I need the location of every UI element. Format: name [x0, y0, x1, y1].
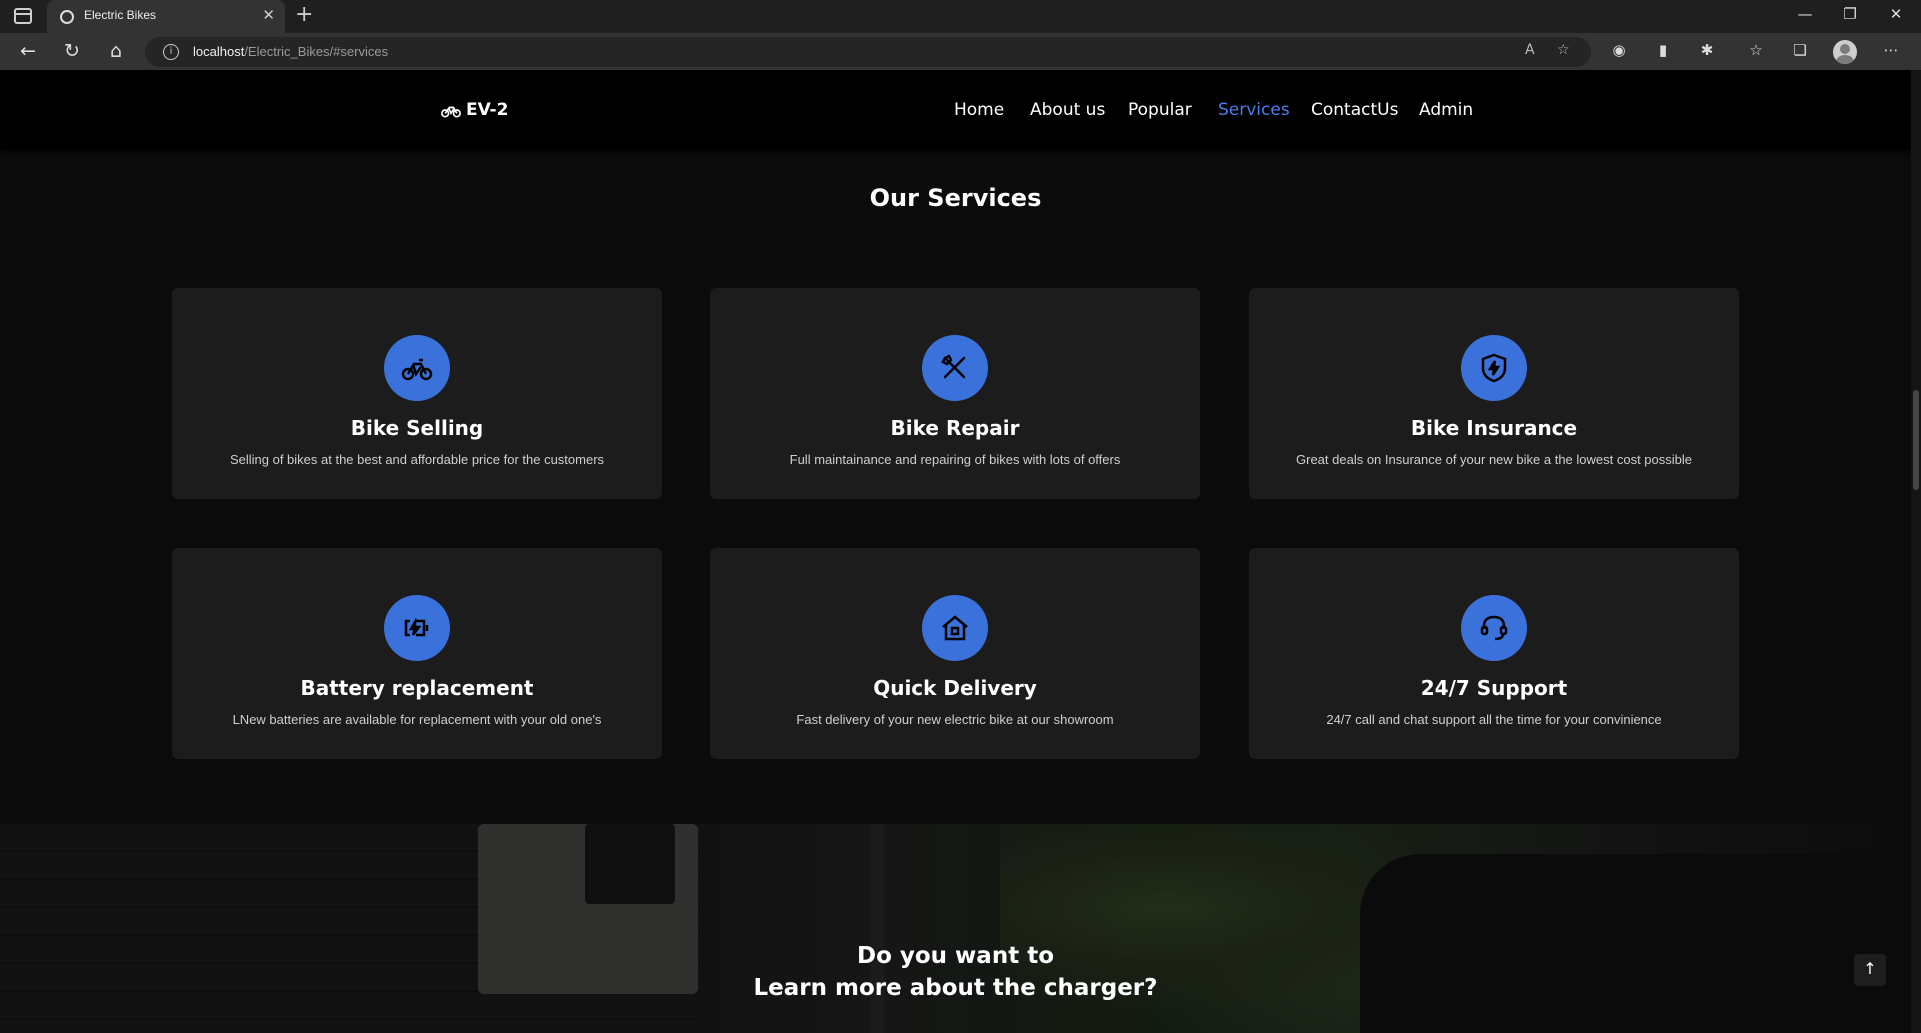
restore-button[interactable]: ❐: [1835, 5, 1865, 23]
url-host: localhost: [193, 44, 245, 59]
service-card-bike-repair: Bike Repair Full maintainance and repair…: [710, 288, 1200, 499]
home-icon[interactable]: ⌂: [104, 39, 128, 63]
service-title: Quick Delivery: [873, 676, 1037, 700]
extension-mic-icon[interactable]: ▮: [1652, 41, 1674, 59]
url-path: /Electric_Bikes/#services: [244, 44, 389, 59]
window-close-button[interactable]: ✕: [1881, 5, 1911, 23]
nav-home[interactable]: Home: [954, 100, 1004, 120]
motorbike-logo-icon: [441, 106, 461, 118]
service-title: Bike Selling: [350, 416, 484, 440]
home-delivery-icon: [922, 595, 988, 661]
url-input[interactable]: i localhost/Electric_Bikes/#services A ☆: [145, 37, 1591, 67]
back-icon[interactable]: ←: [16, 39, 40, 63]
reload-icon[interactable]: ↻: [60, 39, 84, 63]
browser-tab[interactable]: Electric Bikes ✕: [47, 0, 285, 33]
extension-owl-icon[interactable]: ◉: [1608, 41, 1630, 59]
new-tab-button[interactable]: +: [295, 3, 313, 27]
service-desc: Great deals on Insurance of your new bik…: [1296, 452, 1692, 467]
favorite-star-icon[interactable]: ☆: [1557, 42, 1570, 58]
service-desc: Selling of bikes at the best and afforda…: [229, 452, 605, 467]
profile-avatar[interactable]: [1833, 40, 1857, 64]
address-bar: ← ↻ ⌂ i localhost/Electric_Bikes/#servic…: [0, 33, 1921, 70]
service-title: Battery replacement: [300, 676, 534, 700]
nav-contactus[interactable]: ContactUs: [1311, 100, 1398, 120]
page-viewport: EV-2 Home About us Popular Services Cont…: [0, 70, 1911, 1033]
more-menu-icon[interactable]: ⋯: [1880, 41, 1902, 59]
browser-tab-bar: Electric Bikes ✕ + — ❐ ✕: [0, 0, 1921, 33]
tab-favicon-icon: [60, 10, 74, 24]
extensions-puzzle-icon[interactable]: ✱: [1696, 41, 1718, 59]
collections-icon[interactable]: ❏: [1789, 41, 1811, 59]
service-card-battery-replacement: Battery replacement LNew batteries are a…: [172, 548, 662, 759]
tools-icon: [922, 335, 988, 401]
services-title: Our Services: [869, 184, 1042, 212]
banner-line-1: Do you want to: [856, 943, 1055, 969]
site-info-icon[interactable]: i: [163, 44, 179, 60]
tab-title: Electric Bikes: [84, 8, 157, 22]
shield-bolt-icon: [1461, 335, 1527, 401]
motorbike-icon: [384, 335, 450, 401]
page-scrollbar[interactable]: [1911, 70, 1921, 1033]
battery-charge-icon: [384, 595, 450, 661]
charger-banner: Do you want to Learn more about the char…: [0, 824, 1911, 1033]
service-desc: Fast delivery of your new electric bike …: [796, 712, 1114, 727]
nav-popular[interactable]: Popular: [1128, 100, 1192, 120]
service-card-quick-delivery: Quick Delivery Fast delivery of your new…: [710, 548, 1200, 759]
headset-icon: [1461, 595, 1527, 661]
nav-about-us[interactable]: About us: [1030, 100, 1105, 120]
read-aloud-icon[interactable]: A: [1525, 42, 1535, 58]
service-card-24-7-support: 24/7 Support 24/7 call and chat support …: [1249, 548, 1739, 759]
scrollbar-thumb[interactable]: [1913, 390, 1919, 490]
scroll-to-top-button[interactable]: ↑: [1854, 954, 1886, 986]
nav-admin[interactable]: Admin: [1419, 100, 1473, 120]
service-desc: 24/7 call and chat support all the time …: [1326, 712, 1662, 727]
favorites-icon[interactable]: ☆: [1745, 41, 1767, 59]
site-header: EV-2 Home About us Popular Services Cont…: [0, 70, 1911, 150]
service-desc: LNew batteries are available for replace…: [232, 712, 602, 727]
service-title: 24/7 Support: [1420, 676, 1568, 700]
service-desc: Full maintainance and repairing of bikes…: [789, 452, 1121, 467]
service-title: Bike Repair: [890, 416, 1020, 440]
nav-services[interactable]: Services: [1218, 100, 1290, 120]
banner-line-2: Learn more about the charger?: [753, 975, 1158, 1001]
service-card-bike-selling: Bike Selling Selling of bikes at the bes…: [172, 288, 662, 499]
url-text: localhost/Electric_Bikes/#services: [193, 44, 388, 59]
service-title: Bike Insurance: [1410, 416, 1578, 440]
banner-heading: Do you want to Learn more about the char…: [0, 940, 1911, 1004]
tab-actions-icon[interactable]: [14, 8, 32, 24]
tab-close-icon[interactable]: ✕: [262, 6, 275, 24]
service-card-bike-insurance: Bike Insurance Great deals on Insurance …: [1249, 288, 1739, 499]
site-logo[interactable]: EV-2: [441, 100, 508, 120]
logo-text: EV-2: [466, 100, 509, 120]
minimize-button[interactable]: —: [1790, 5, 1820, 23]
